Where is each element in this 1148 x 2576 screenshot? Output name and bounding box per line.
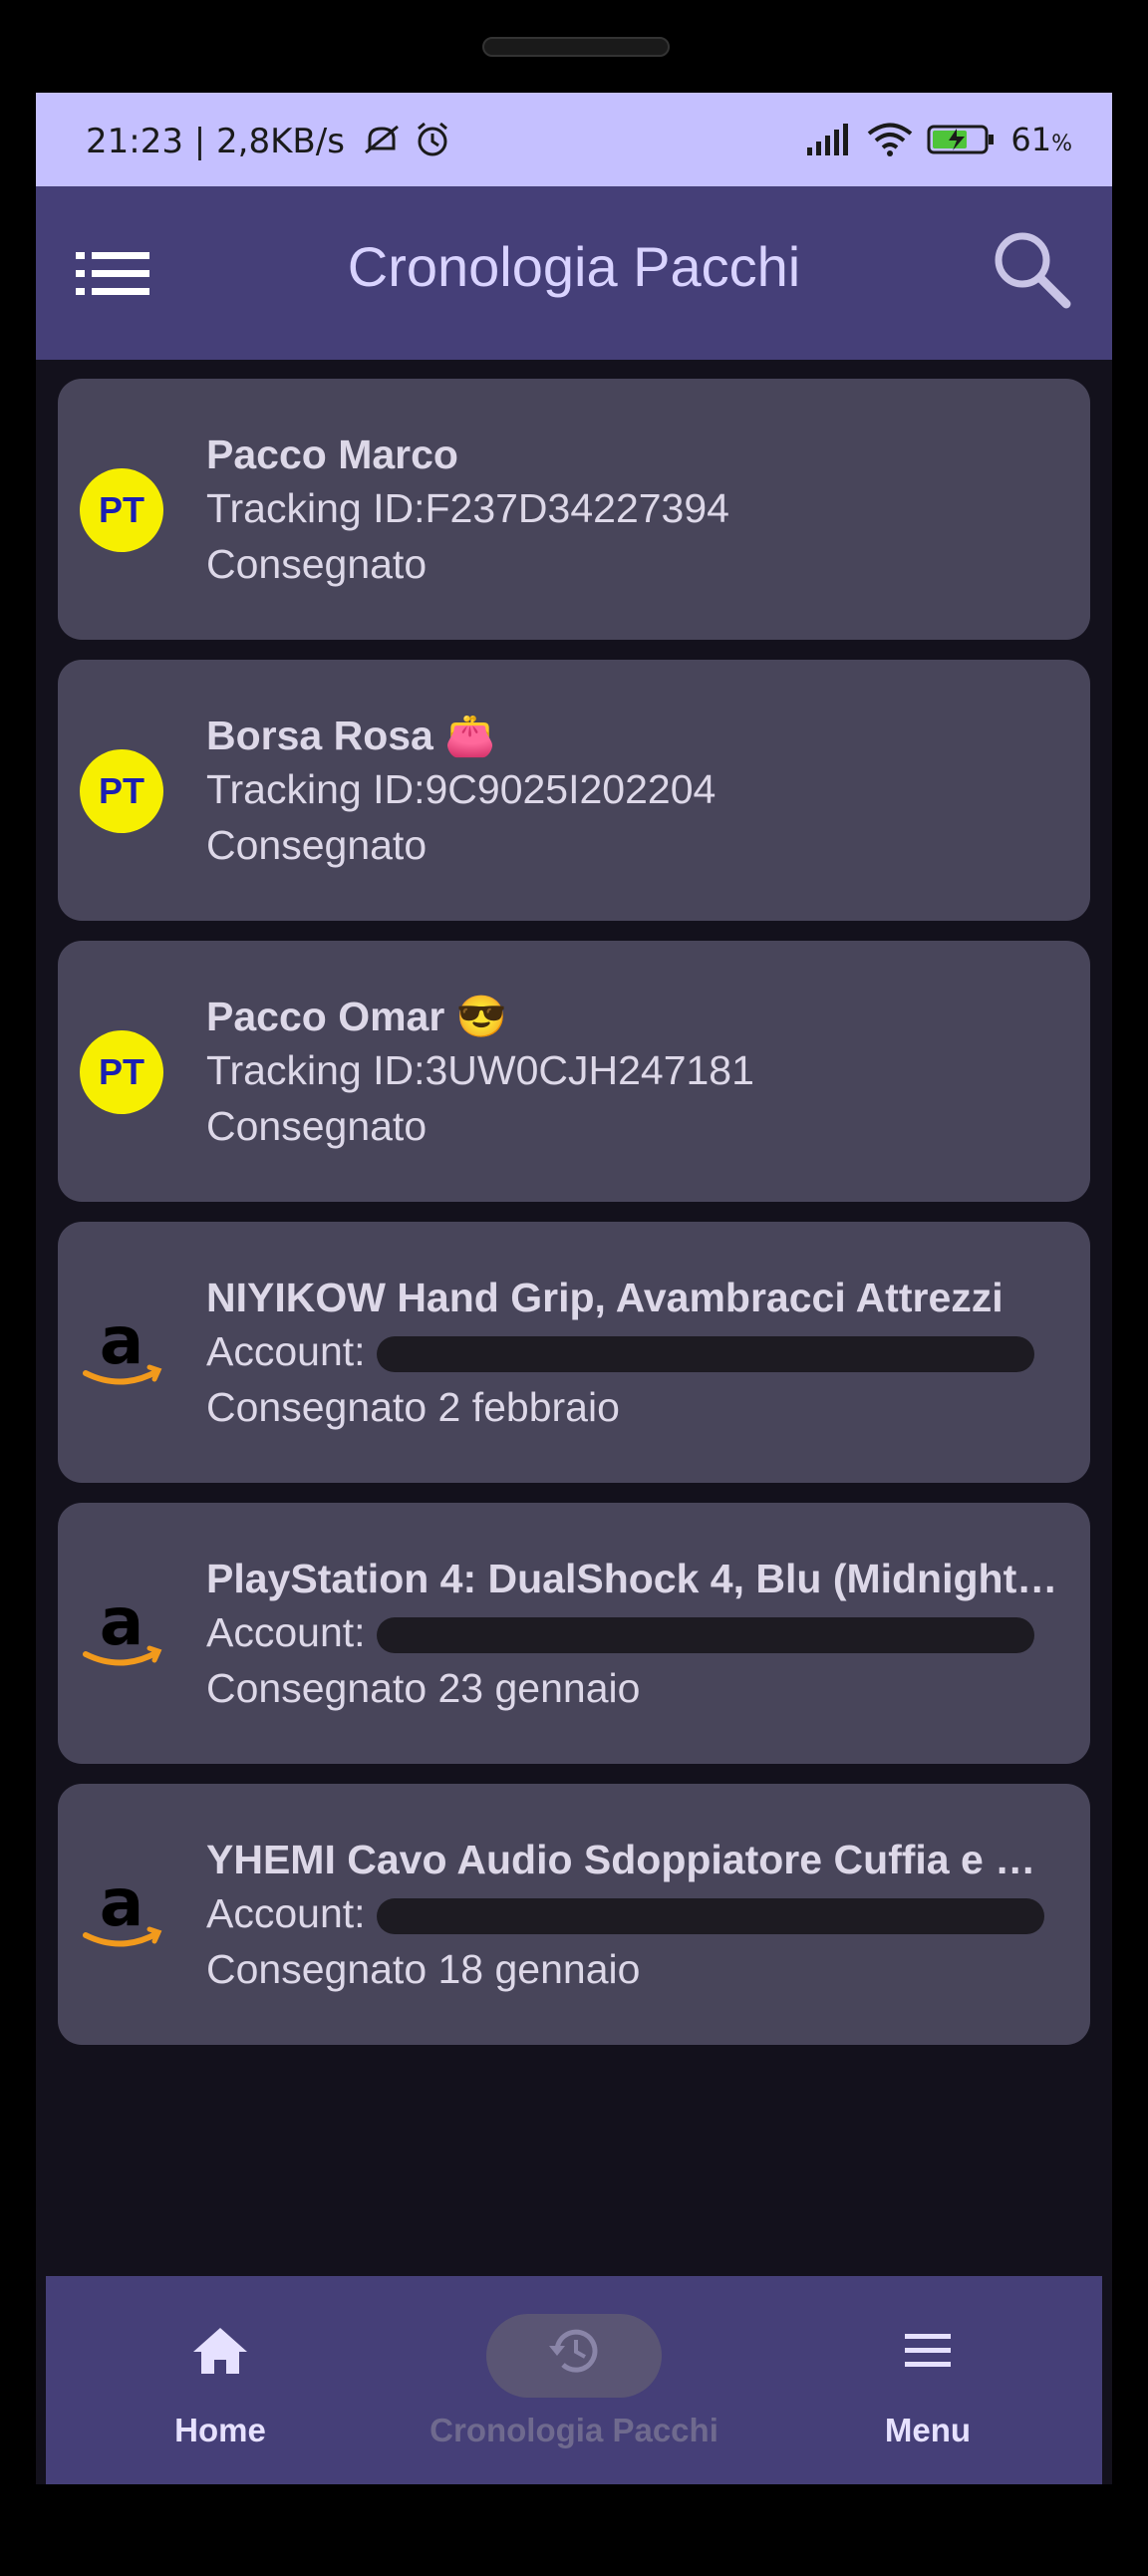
- redacted-account: [376, 1617, 1034, 1654]
- mute-icon: [364, 125, 399, 154]
- tracking-id: Tracking ID:3UW0CJH247181: [206, 1047, 754, 1093]
- poste-logo-icon: PT: [80, 749, 163, 833]
- phone-speaker: [482, 37, 670, 57]
- redacted-account: [376, 1898, 1044, 1935]
- package-card[interactable]: a NIYIKOW Hand Grip, Avambracci Attrezzi…: [58, 1222, 1090, 1483]
- page-title: Cronologia Pacchi: [347, 235, 801, 298]
- status-time-speed: 21:23 | 2,8KB/s: [86, 122, 345, 161]
- hamburger-icon: [905, 2334, 951, 2367]
- package-status: Consegnato 2 febbraio: [206, 1384, 620, 1430]
- amazon-logo-icon: a: [83, 1311, 162, 1385]
- package-list: PT Pacco Marco Tracking ID:F237D34227394…: [58, 379, 1090, 2065]
- package-status: Consegnato: [206, 822, 428, 868]
- carrier-logo-text: PT: [80, 468, 163, 552]
- tracking-id: Tracking ID:9C9025I202204: [206, 766, 717, 812]
- package-status: Consegnato: [206, 541, 428, 587]
- package-status: Consegnato: [206, 1103, 428, 1149]
- package-title: YHEMI Cavo Audio Sdoppiatore Cuffia e Mi…: [206, 1837, 1063, 1882]
- account-label: Account:: [206, 1890, 377, 1936]
- account-label: Account:: [206, 1609, 377, 1655]
- poste-logo-icon: PT: [80, 468, 163, 552]
- nav-item-cronologia[interactable]: Cronologia Pacchi: [400, 2276, 748, 2484]
- home-icon: [193, 2328, 247, 2374]
- package-title: Pacco Omar 😎: [206, 994, 507, 1039]
- package-card[interactable]: PT Borsa Rosa 👛 Tracking ID:9C9025I20220…: [58, 660, 1090, 921]
- bottom-navigation: Home Cronologia Pacchi Menu: [46, 2276, 1102, 2484]
- nav-label-menu: Menu: [884, 2412, 972, 2448]
- app-bar: Cronologia Pacchi: [36, 186, 1112, 360]
- nav-label-home: Home: [174, 2412, 266, 2448]
- svg-text:a: a: [100, 1873, 144, 1941]
- nav-label-cronologia: Cronologia Pacchi: [430, 2412, 718, 2448]
- battery-unit: %: [1051, 132, 1072, 156]
- status-bar: 21:23 | 2,8KB/s 61%: [36, 93, 1112, 186]
- nav-item-menu[interactable]: Menu: [753, 2276, 1102, 2484]
- poste-logo-icon: PT: [80, 1030, 163, 1114]
- carrier-logo-text: PT: [80, 1030, 163, 1114]
- svg-text:a: a: [100, 1592, 144, 1660]
- nav-item-home[interactable]: Home: [46, 2276, 395, 2484]
- amazon-logo-icon: a: [83, 1873, 162, 1947]
- account-label: Account:: [206, 1328, 377, 1374]
- package-title: Pacco Marco: [206, 431, 458, 477]
- battery-percent: 61: [1010, 121, 1052, 158]
- package-card[interactable]: PT Pacco Omar 😎 Tracking ID:3UW0CJH24718…: [58, 941, 1090, 1202]
- wifi-icon: [868, 123, 913, 156]
- carrier-logo-text: PT: [80, 749, 163, 833]
- svg-text:a: a: [100, 1311, 144, 1379]
- package-status: Consegnato 23 gennaio: [206, 1665, 641, 1711]
- battery-charging-icon: [927, 125, 995, 154]
- tracking-id: Tracking ID:F237D34227394: [206, 485, 729, 531]
- search-icon[interactable]: [989, 226, 1074, 312]
- redacted-account: [376, 1336, 1034, 1373]
- package-card[interactable]: a YHEMI Cavo Audio Sdoppiatore Cuffia e …: [58, 1784, 1090, 2045]
- phone-frame: 21:23 | 2,8KB/s 61% Cronologia Pacchi PT…: [0, 0, 1148, 2576]
- signal-icon: [807, 124, 849, 155]
- package-title: PlayStation 4: DualShock 4, Blu (Midnigh…: [206, 1556, 1063, 1601]
- package-card[interactable]: a PlayStation 4: DualShock 4, Blu (Midni…: [58, 1503, 1090, 1764]
- package-title: Borsa Rosa 👛: [206, 713, 496, 758]
- history-icon: [549, 2329, 598, 2373]
- package-title: NIYIKOW Hand Grip, Avambracci Attrezzi: [206, 1275, 1004, 1320]
- screen: 21:23 | 2,8KB/s 61% Cronologia Pacchi PT…: [36, 93, 1112, 2484]
- package-status: Consegnato 18 gennaio: [206, 1946, 641, 1992]
- alarm-icon: [417, 122, 447, 156]
- package-card[interactable]: PT Pacco Marco Tracking ID:F237D34227394…: [58, 379, 1090, 640]
- amazon-logo-icon: a: [83, 1592, 162, 1666]
